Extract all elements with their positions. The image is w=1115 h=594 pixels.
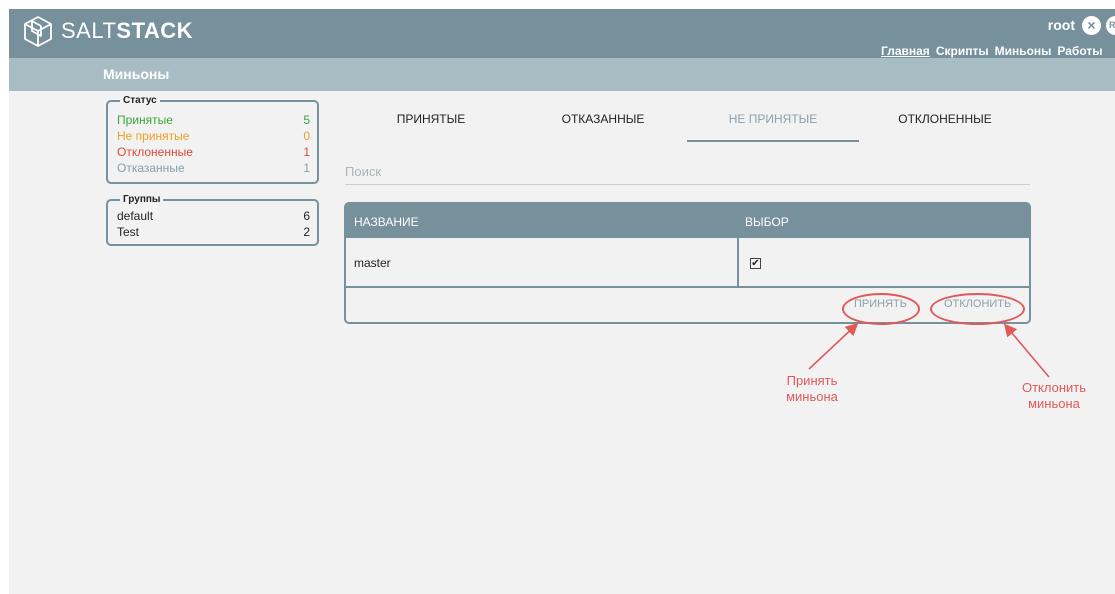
annotation-arrows	[808, 322, 1050, 378]
reject-annotation-line1: Отклонить	[1021, 380, 1087, 395]
reject-arrow	[1003, 323, 1050, 378]
accept-annotation-line2: миньона	[786, 389, 838, 404]
reject-annotation-line2: миньона	[1028, 396, 1080, 411]
accept-annotation-line1: Принять	[786, 373, 838, 388]
app-window: SALTSTACK root × RU Главная Скрипты Минь…	[9, 9, 1115, 594]
accept-arrow	[808, 322, 859, 370]
reject-annotation: Отклонить миньона	[1009, 380, 1099, 412]
accept-annotation: Принять миньона	[772, 373, 852, 405]
